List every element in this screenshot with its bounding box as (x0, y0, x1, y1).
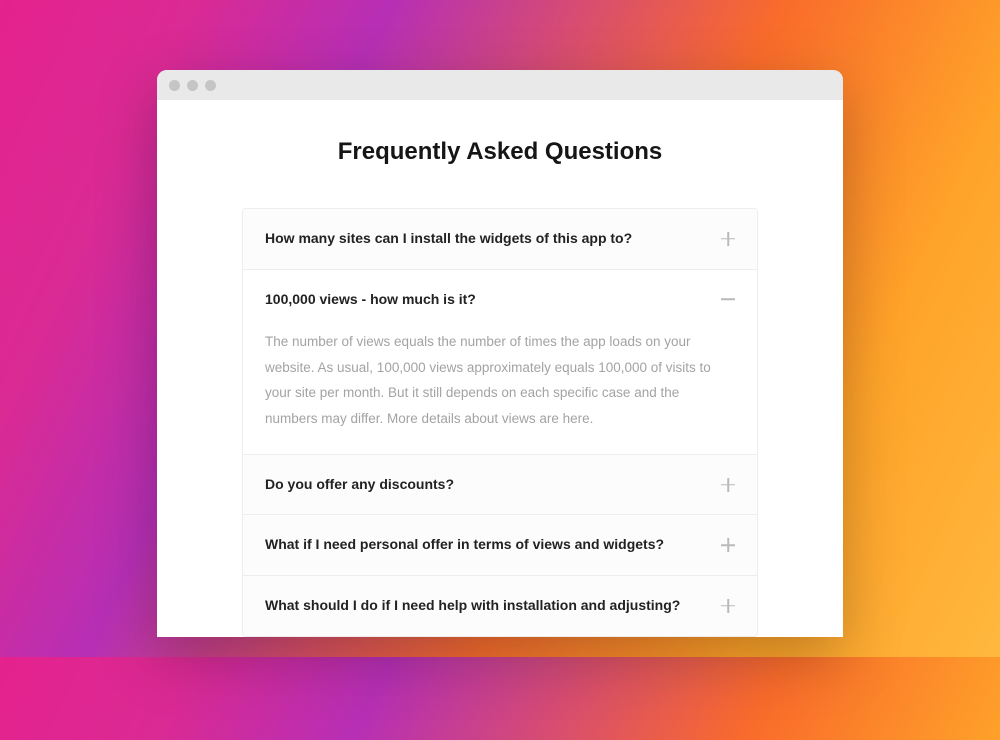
faq-item: Do you offer any discounts? (243, 455, 757, 516)
faq-question: What if I need personal offer in terms o… (265, 535, 721, 555)
window-body: Frequently Asked Questions How many site… (157, 100, 843, 637)
faq-question: What should I do if I need help with ins… (265, 596, 721, 616)
maximize-icon[interactable] (205, 80, 216, 91)
plus-icon (721, 599, 735, 613)
faq-question: Do you offer any discounts? (265, 475, 721, 495)
plus-icon (721, 232, 735, 246)
faq-question: How many sites can I install the widgets… (265, 229, 721, 249)
title-bar (157, 70, 843, 100)
faq-item: What if I need personal offer in terms o… (243, 515, 757, 576)
faq-item: What should I do if I need help with ins… (243, 576, 757, 636)
faq-item: 100,000 views - how much is it? The numb… (243, 270, 757, 455)
faq-toggle[interactable]: What should I do if I need help with ins… (243, 576, 757, 636)
plus-icon (721, 478, 735, 492)
faq-answer: The number of views equals the number of… (243, 329, 757, 454)
faq-toggle[interactable]: What if I need personal offer in terms o… (243, 515, 757, 575)
minus-icon (721, 292, 735, 306)
plus-icon (721, 538, 735, 552)
page-title: Frequently Asked Questions (157, 138, 843, 166)
faq-toggle[interactable]: 100,000 views - how much is it? (243, 270, 757, 330)
faq-item: How many sites can I install the widgets… (243, 209, 757, 270)
faq-question: 100,000 views - how much is it? (265, 290, 721, 310)
minimize-icon[interactable] (187, 80, 198, 91)
faq-toggle[interactable]: How many sites can I install the widgets… (243, 209, 757, 269)
faq-accordion: How many sites can I install the widgets… (242, 208, 758, 637)
faq-toggle[interactable]: Do you offer any discounts? (243, 455, 757, 515)
browser-window: Frequently Asked Questions How many site… (157, 70, 843, 637)
close-icon[interactable] (169, 80, 180, 91)
